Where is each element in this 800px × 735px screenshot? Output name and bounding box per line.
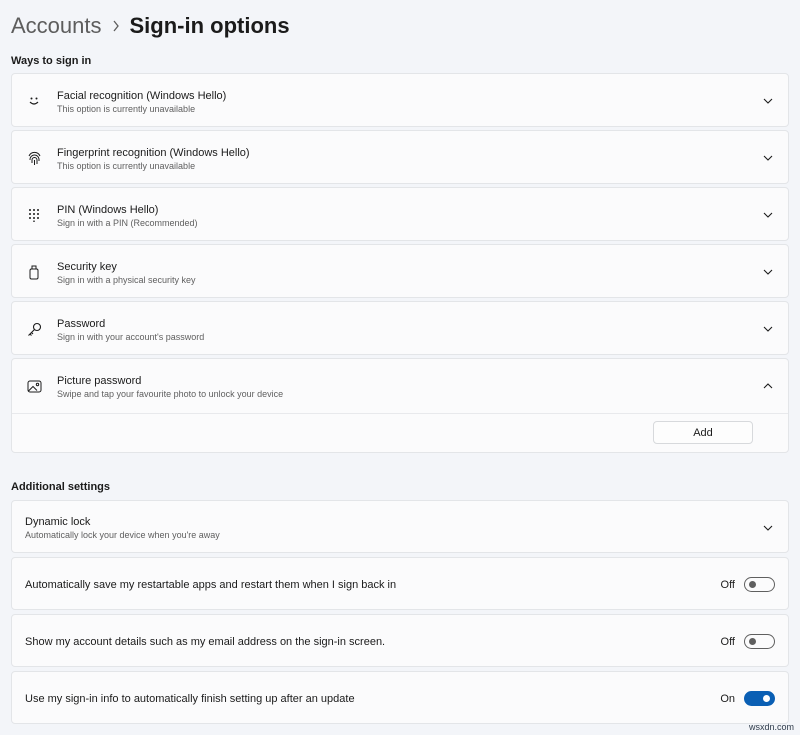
account-details-state: Off xyxy=(720,635,735,648)
divider xyxy=(12,413,788,414)
chevron-down-icon[interactable] xyxy=(762,209,774,221)
sign-in-info-state: On xyxy=(720,692,735,705)
add-picture-password-button[interactable]: Add xyxy=(653,421,753,444)
dynamic-lock-card[interactable]: Dynamic lock Automatically lock your dev… xyxy=(11,500,789,553)
restart-apps-setting: Automatically save my restartable apps a… xyxy=(11,557,789,610)
account-details-label: Show my account details such as my email… xyxy=(25,636,386,648)
dynamic-lock-subtitle: Automatically lock your device when you'… xyxy=(25,530,220,540)
keypad-icon xyxy=(26,207,42,223)
ways-to-sign-in-heading: Ways to sign in xyxy=(11,55,92,67)
account-details-setting: Show my account details such as my email… xyxy=(11,614,789,667)
pin-subtitle: Sign in with a PIN (Recommended) xyxy=(57,218,198,228)
password-card[interactable]: Password Sign in with your account's pas… xyxy=(11,301,789,355)
picture-password-title: Picture password xyxy=(57,375,142,387)
chevron-down-icon[interactable] xyxy=(762,522,774,534)
chevron-right-icon xyxy=(102,18,130,34)
sign-in-info-setting: Use my sign-in info to automatically fin… xyxy=(11,671,789,724)
toggle-knob xyxy=(749,581,756,588)
restart-apps-label: Automatically save my restartable apps a… xyxy=(25,579,397,591)
sign-in-info-label: Use my sign-in info to automatically fin… xyxy=(25,693,355,705)
chevron-down-icon[interactable] xyxy=(762,323,774,335)
restart-apps-toggle[interactable] xyxy=(744,577,775,592)
breadcrumb-accounts[interactable]: Accounts xyxy=(11,13,102,39)
fingerprint-icon xyxy=(26,150,42,166)
fingerprint-recognition-title: Fingerprint recognition (Windows Hello) xyxy=(57,147,250,159)
security-key-subtitle: Sign in with a physical security key xyxy=(57,275,196,285)
watermark: wsxdn.com xyxy=(748,722,794,732)
fingerprint-recognition-card[interactable]: Fingerprint recognition (Windows Hello) … xyxy=(11,130,789,184)
security-key-title: Security key xyxy=(57,261,117,273)
toggle-knob xyxy=(763,695,770,702)
password-subtitle: Sign in with your account's password xyxy=(57,332,205,342)
facial-recognition-subtitle: This option is currently unavailable xyxy=(57,104,196,114)
picture-password-header[interactable]: Picture password Swipe and tap your favo… xyxy=(12,359,788,413)
security-key-card[interactable]: Security key Sign in with a physical sec… xyxy=(11,244,789,298)
chevron-down-icon[interactable] xyxy=(762,152,774,164)
chevron-up-icon[interactable] xyxy=(762,380,774,392)
page-title: Sign-in options xyxy=(129,13,290,38)
toggle-knob xyxy=(749,638,756,645)
picture-password-card: Picture password Swipe and tap your favo… xyxy=(11,358,789,453)
chevron-down-icon[interactable] xyxy=(762,95,774,107)
key-icon xyxy=(26,321,42,337)
fingerprint-recognition-subtitle: This option is currently unavailable xyxy=(57,161,196,171)
chevron-down-icon[interactable] xyxy=(762,266,774,278)
sign-in-info-toggle[interactable] xyxy=(744,691,775,706)
face-icon xyxy=(26,93,42,109)
pin-title: PIN (Windows Hello) xyxy=(57,204,159,216)
breadcrumb: Accounts Sign-in options xyxy=(11,10,290,42)
additional-settings-heading: Additional settings xyxy=(11,481,110,493)
picture-icon xyxy=(26,378,42,394)
facial-recognition-title: Facial recognition (Windows Hello) xyxy=(57,90,227,102)
usb-key-icon xyxy=(26,264,42,280)
picture-password-subtitle: Swipe and tap your favourite photo to un… xyxy=(57,389,284,399)
password-title: Password xyxy=(57,318,106,330)
dynamic-lock-title: Dynamic lock xyxy=(25,516,91,528)
account-details-toggle[interactable] xyxy=(744,634,775,649)
pin-card[interactable]: PIN (Windows Hello) Sign in with a PIN (… xyxy=(11,187,789,241)
restart-apps-state: Off xyxy=(720,578,735,591)
facial-recognition-card[interactable]: Facial recognition (Windows Hello) This … xyxy=(11,73,789,127)
